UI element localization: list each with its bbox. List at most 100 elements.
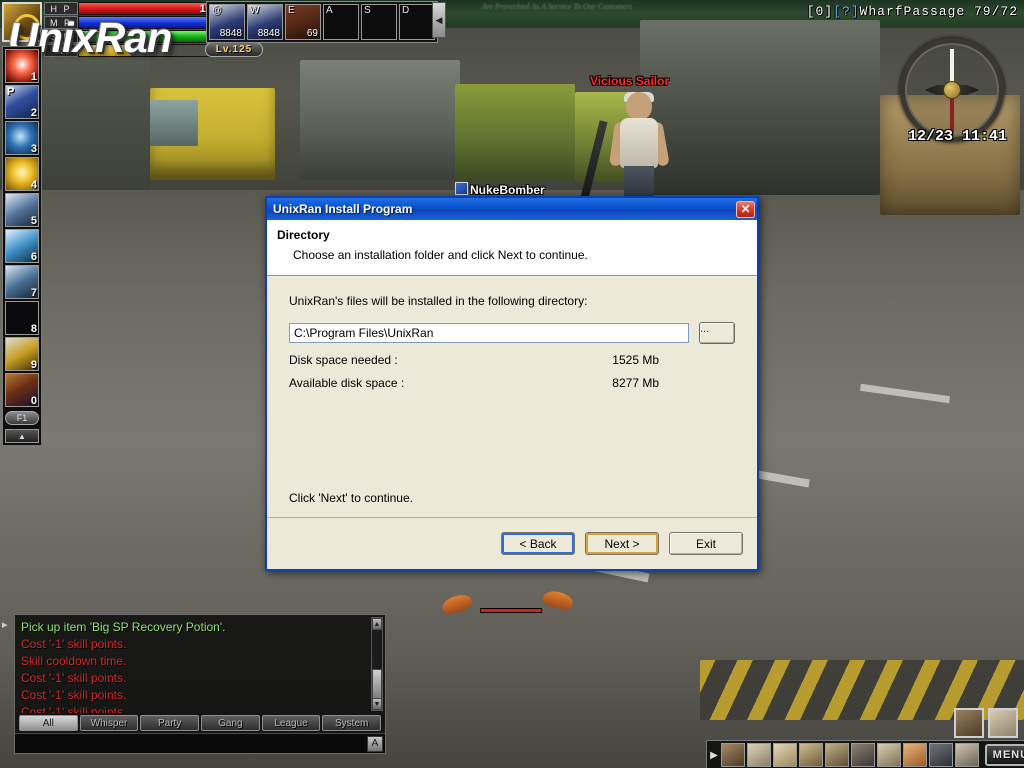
zone-prefix: [0] (806, 4, 834, 19)
install-path-input[interactable] (289, 323, 689, 343)
skill-slot-6[interactable]: 6 (5, 229, 39, 263)
skill-number: 0 (30, 395, 37, 407)
skill-number: 2 (30, 107, 37, 119)
stat-row-sp: S P 0 (44, 30, 228, 43)
step-description: Choose an installation folder and click … (293, 248, 588, 262)
game-clock: 12/23 11:41 (908, 128, 1008, 145)
skill-number: 5 (30, 215, 37, 227)
dialog-header: Directory Choose an installation folder … (267, 220, 757, 276)
toolbar-icon-skills[interactable] (773, 743, 797, 767)
chat-input[interactable] (17, 735, 367, 752)
stat-fill-mp (79, 17, 227, 28)
skill-slot-9[interactable]: 9 (5, 337, 39, 371)
quickslot-e[interactable]: E 69 (285, 4, 321, 40)
skill-number: 9 (30, 359, 37, 371)
quickslot-s[interactable]: S (361, 4, 397, 40)
scene-grey-container (300, 60, 460, 180)
chat-tab-system[interactable]: System (322, 715, 382, 731)
back-button[interactable]: < Back (501, 532, 575, 555)
dialog-body: UnixRan's files will be installed in the… (267, 276, 757, 517)
chat-tab-all[interactable]: All (19, 715, 78, 731)
toolbar-icon-gang[interactable] (929, 743, 953, 767)
chat-tab-party[interactable]: Party (140, 715, 200, 731)
chat-resize-handle[interactable]: ▸ (2, 618, 12, 636)
quickslot-d[interactable]: D (399, 4, 435, 40)
quickslot-w[interactable]: W 8848 (247, 4, 283, 40)
quickslot-key: E (288, 5, 295, 16)
skill-slot-1[interactable]: 1 (5, 49, 39, 83)
skill-slot-8[interactable]: 8 (5, 301, 39, 335)
chat-tabs: All Whisper Party Gang League System (15, 713, 385, 733)
player-stat-bars: H P 1232 M P 55 S P 0 X ..3 (44, 0, 228, 57)
stat-fill-xp (79, 45, 131, 56)
menu-button[interactable]: MENU (985, 744, 1024, 766)
disk-available-row: Available disk space : 8277 Mb (289, 376, 659, 390)
chat-send-button[interactable]: A (367, 735, 383, 752)
disk-needed-row: Disk space needed : 1525 Mb (289, 353, 659, 367)
toolbar-icon-inventory[interactable] (721, 743, 745, 767)
toolbar-icon-bag[interactable] (851, 743, 875, 767)
skill-slot-3[interactable]: 3 (5, 121, 39, 155)
toolbar-icon-quest[interactable] (799, 743, 823, 767)
next-button[interactable]: Next > (585, 532, 659, 555)
scene-green-truck-1 (455, 84, 575, 180)
level-badge: Lv.125 (205, 42, 263, 57)
compass-hub-icon (943, 81, 961, 99)
chat-log: Pick up item 'Big SP Recovery Potion'. C… (15, 615, 385, 713)
quickslot-a[interactable]: A (323, 4, 359, 40)
stat-label-mp: M P (44, 16, 78, 29)
compass-minimap[interactable] (900, 38, 1004, 142)
chat-scroll-thumb[interactable] (372, 668, 382, 699)
chat-tab-league[interactable]: League (261, 715, 321, 731)
quickslot-bar: @ 8848 W 8848 E 69 A S D (206, 1, 438, 43)
skill-slot-4[interactable]: 4 (5, 157, 39, 191)
npc-torso (620, 118, 658, 168)
character-icon[interactable] (988, 708, 1018, 738)
chat-tab-gang[interactable]: Gang (201, 715, 260, 731)
zone-name: WharfPassage (859, 4, 966, 19)
skill-page-f1-button[interactable]: F1 (5, 411, 39, 425)
help-icon[interactable]: [?] (833, 4, 859, 19)
quickslot-q[interactable]: @ 8848 (209, 4, 245, 40)
exit-button[interactable]: Exit (669, 532, 743, 555)
quickslot-key: D (402, 5, 410, 16)
npc-character (608, 92, 670, 200)
disk-needed-value: 1525 Mb (612, 353, 659, 367)
player-portrait[interactable] (2, 2, 42, 42)
toolbar-icon-pet[interactable] (903, 743, 927, 767)
skill-bar: 1 P2 3 4 5 6 7 8 9 0 F1 ▲ (2, 46, 42, 446)
skill-bar-collapse-arrow-icon[interactable]: ▲ (5, 429, 39, 443)
step-title: Directory (277, 228, 330, 242)
quickslot-count: 69 (306, 28, 318, 39)
toolbar-icon-character[interactable] (747, 743, 771, 767)
close-icon[interactable]: ✕ (736, 200, 755, 218)
toolbar-expand-arrow-icon[interactable]: ▶ (709, 743, 719, 767)
npc-legs (624, 166, 654, 200)
toolbar-icon-map[interactable] (825, 743, 849, 767)
skill-number: 1 (30, 71, 37, 83)
monster-name-tag: Vicious Sailor (590, 74, 670, 88)
quickslot-count: 8848 (219, 28, 242, 39)
chat-line: Cost '-1' skill points. (21, 705, 127, 713)
chat-tab-whisper[interactable]: Whisper (79, 715, 139, 731)
chat-line: Cost '-1' skill points. (21, 671, 127, 685)
dialog-title: UnixRan Install Program (273, 202, 413, 216)
chat-scrollbar[interactable]: ▲ ▼ (371, 617, 383, 711)
chat-scroll-up-icon[interactable]: ▲ (372, 618, 382, 630)
toolbar-icon-emote[interactable] (955, 743, 979, 767)
inventory-bag-icon[interactable] (954, 708, 984, 738)
stat-label-sp: S P (44, 30, 78, 43)
skill-number: 3 (30, 143, 37, 155)
skill-slot-2[interactable]: P2 (5, 85, 39, 119)
skill-slot-0[interactable]: 0 (5, 373, 39, 407)
browse-button[interactable]: ... (699, 322, 735, 344)
skill-slot-5[interactable]: 5 (5, 193, 39, 227)
quickslot-collapse-arrow-icon[interactable]: ◀ (432, 2, 446, 38)
chat-scroll-down-icon[interactable]: ▼ (372, 698, 382, 710)
target-health-bar (480, 608, 542, 613)
toolbar-icon-party[interactable] (877, 743, 901, 767)
dialog-titlebar[interactable]: UnixRan Install Program ✕ (267, 198, 757, 220)
chat-panel: Pick up item 'Big SP Recovery Potion'. C… (14, 614, 386, 754)
skill-slot-7[interactable]: 7 (5, 265, 39, 299)
disk-available-label: Available disk space : (289, 376, 405, 390)
